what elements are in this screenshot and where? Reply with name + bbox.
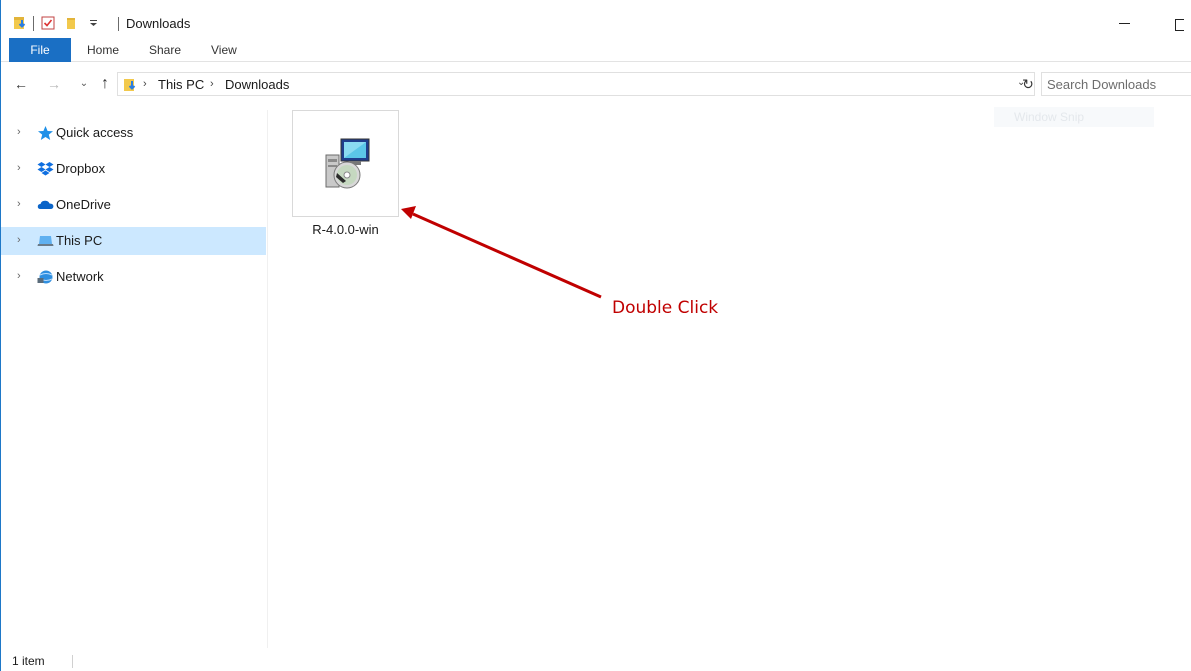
window-title: Downloads: [126, 16, 191, 31]
star-icon: [37, 125, 54, 141]
tab-home[interactable]: Home: [87, 38, 119, 62]
tab-share[interactable]: Share: [149, 38, 181, 62]
refresh-icon[interactable]: ↻: [1020, 74, 1036, 94]
navigation-pane: › Quick access › Dropbox › OneDrive › Th…: [1, 110, 268, 648]
expand-chevron-icon[interactable]: ›: [17, 198, 21, 210]
new-folder-icon[interactable]: [64, 15, 80, 31]
breadcrumb-downloads[interactable]: Downloads: [225, 77, 289, 92]
breadcrumb-this-pc[interactable]: This PC: [158, 77, 204, 92]
breadcrumb-chevron-icon[interactable]: ›: [210, 78, 214, 90]
nav-item-network[interactable]: › Network: [1, 263, 266, 291]
file-item[interactable]: [292, 110, 399, 217]
search-box[interactable]: Search Downloads: [1041, 72, 1191, 96]
network-icon: [37, 269, 54, 285]
window-snip-ghost: Window Snip: [994, 107, 1154, 127]
address-row: ← → ⌄ ↑ › This PC › Downloads ⌄ ↻ Search…: [1, 71, 1191, 97]
nav-item-label: This PC: [56, 233, 103, 248]
expand-chevron-icon[interactable]: ›: [17, 270, 21, 282]
forward-button[interactable]: →: [45, 74, 63, 94]
up-button[interactable]: ↑: [96, 74, 114, 94]
nav-item-label: Dropbox: [56, 161, 106, 176]
expand-chevron-icon[interactable]: ›: [17, 234, 21, 246]
customize-dropdown-icon[interactable]: [86, 15, 102, 31]
title-bar: Downloads: [1, 0, 1191, 34]
nav-item-quick-access[interactable]: › Quick access: [1, 119, 266, 147]
breadcrumb-chevron-icon[interactable]: ›: [143, 78, 147, 90]
expand-chevron-icon[interactable]: ›: [17, 126, 21, 138]
toolbar-separator: [33, 15, 34, 31]
file-name[interactable]: R-4.0.0-win: [309, 222, 382, 237]
computer-icon: [37, 233, 54, 249]
installer-icon: [319, 137, 375, 193]
back-button[interactable]: ←: [12, 74, 30, 94]
nav-item-label: OneDrive: [56, 197, 111, 212]
address-bar[interactable]: › This PC › Downloads: [117, 72, 1035, 96]
annotation-label: Double Click: [612, 298, 719, 318]
dropbox-icon: [37, 161, 54, 177]
cloud-icon: [37, 197, 54, 213]
nav-item-this-pc[interactable]: › This PC: [1, 227, 266, 255]
tab-view[interactable]: View: [211, 38, 237, 62]
file-explorer-window: Downloads File Home Share View ← → ⌄ ↑ ›…: [0, 0, 1191, 671]
expand-chevron-icon[interactable]: ›: [17, 162, 21, 174]
file-list: R-4.0.0-win Window Snip: [269, 100, 1191, 648]
downloads-folder-icon: [123, 77, 139, 93]
maximize-button[interactable]: [1169, 14, 1191, 34]
quick-access-toolbar: [13, 13, 102, 33]
tab-file[interactable]: File: [9, 38, 71, 62]
nav-item-label: Network: [56, 269, 104, 284]
folder-download-icon[interactable]: [13, 15, 29, 31]
search-input[interactable]: Search Downloads: [1047, 77, 1156, 92]
minimize-button[interactable]: [1101, 10, 1147, 34]
nav-item-dropbox[interactable]: › Dropbox: [1, 155, 266, 183]
ribbon-tabs: File Home Share View: [1, 38, 1191, 62]
nav-item-onedrive[interactable]: › OneDrive: [1, 191, 266, 219]
item-count: 1 item: [12, 654, 45, 668]
nav-item-label: Quick access: [56, 125, 134, 140]
status-bar: 1 item: [1, 651, 1191, 671]
title-separator: [118, 17, 119, 31]
properties-checkmark-icon[interactable]: [40, 15, 56, 31]
status-separator: [72, 655, 73, 668]
recent-locations-chevron-icon[interactable]: ⌄: [75, 74, 93, 94]
